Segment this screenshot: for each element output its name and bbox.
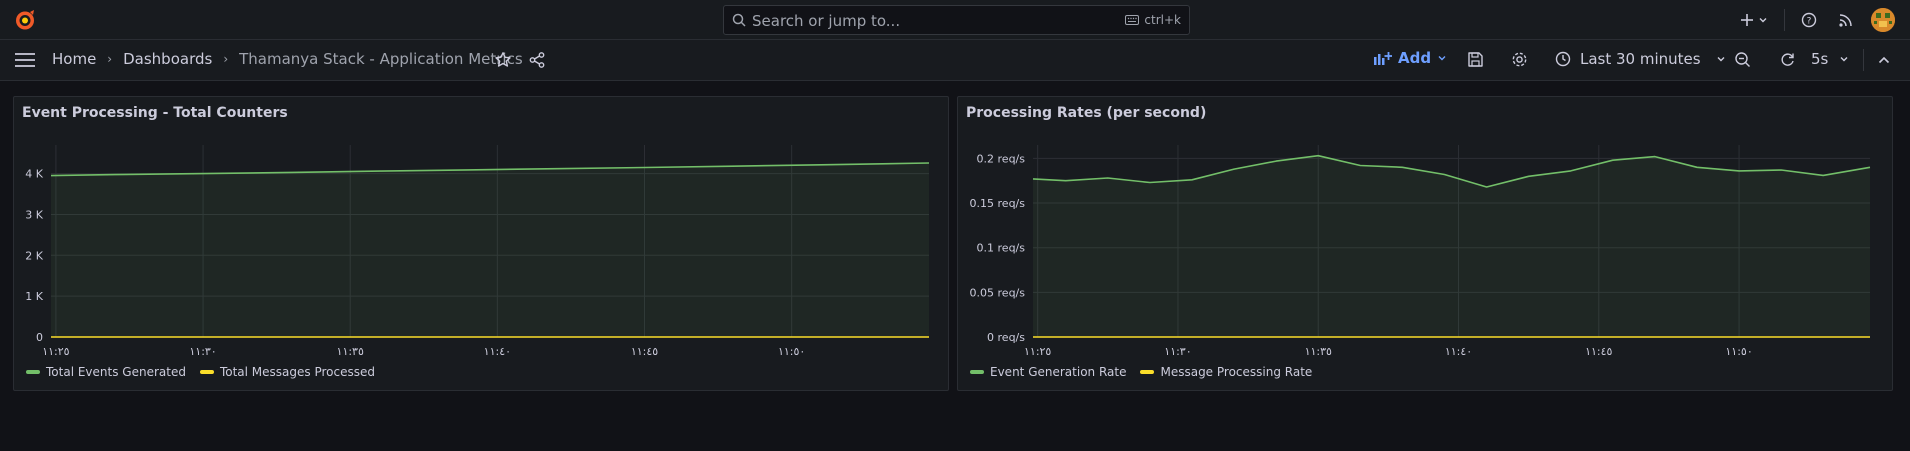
chevron-up-icon[interactable] (1877, 53, 1891, 67)
x-tick-label: ١١:٣٥ (337, 345, 364, 358)
x-tick-label: ١١:٣٥ (1305, 345, 1332, 358)
y-tick-label: 4 K (25, 168, 43, 181)
legend-swatch (1140, 370, 1155, 374)
refresh-interval-label: 5s (1811, 50, 1829, 68)
add-button[interactable]: Add (1374, 49, 1447, 67)
plus-icon (1741, 14, 1753, 26)
menu-icon[interactable] (15, 53, 35, 67)
share-icon[interactable] (528, 51, 546, 69)
x-tick-label: ١١:٤٠ (1445, 345, 1472, 358)
chevron-down-icon (1759, 18, 1767, 23)
legend-label: Message Processing Rate (1160, 365, 1313, 379)
chart-legend: Total Events Generated Total Messages Pr… (26, 365, 375, 379)
x-tick-label: ١١:٥٠ (778, 345, 805, 358)
star-icon[interactable] (494, 51, 512, 69)
top-bar: Search or jump to... ctrl+k ? (0, 0, 1910, 40)
help-icon: ? (1801, 12, 1817, 28)
legend-item[interactable]: Message Processing Rate (1140, 365, 1312, 379)
legend-label: Event Generation Rate (990, 365, 1127, 379)
x-tick-label: ١١:٣٠ (189, 345, 216, 358)
chevron-down-icon (1840, 57, 1848, 62)
divider (1863, 49, 1864, 71)
settings-icon[interactable] (1511, 51, 1528, 68)
save-icon[interactable] (1467, 51, 1484, 68)
chart-legend: Event Generation Rate Message Processing… (970, 365, 1312, 379)
legend-swatch (199, 370, 214, 374)
news-icon (1839, 14, 1852, 27)
legend-swatch (26, 370, 40, 374)
time-range-label: Last 30 minutes (1580, 50, 1701, 68)
x-tick-label: ١١:٥٠ (1725, 345, 1752, 358)
y-tick-label: 1 K (25, 290, 43, 303)
y-tick-label: 3 K (25, 208, 43, 221)
line-chart: 0 req/s 0.05 req/s 0.1 req/s 0.15 req/s 0.2 … (970, 145, 1871, 358)
panel-processing-rates: Processing Rates (per second) 0 req/s 0.0… (957, 96, 1893, 391)
avatar-image (1871, 8, 1895, 32)
x-tick-label: ١١:٤٥ (1585, 345, 1612, 358)
keyboard-icon (1125, 15, 1140, 25)
grafana-logo[interactable] (12, 8, 38, 32)
x-tick-label: ١١:٤٥ (631, 345, 658, 358)
breadcrumb: Home › Dashboards › Thamanya Stack - App… (52, 50, 523, 68)
x-tick-label: ١١:٣٠ (1164, 345, 1191, 358)
refresh-icon[interactable] (1779, 51, 1796, 68)
search-shortcut: ctrl+k (1125, 13, 1181, 27)
y-tick-label: 0.15 req/s (970, 197, 1026, 210)
svg-text:?: ? (1807, 17, 1812, 27)
panel-event-processing: Event Processing - Total Counters 01 K2 … (13, 96, 949, 391)
add-panel-icon (1374, 52, 1392, 65)
breadcrumb-dashboards[interactable]: Dashboards (123, 50, 212, 68)
chevron-down-icon (1717, 57, 1725, 62)
avatar[interactable] (1871, 8, 1895, 32)
legend-label: Total Messages Processed (219, 365, 375, 379)
time-range-picker[interactable]: Last 30 minutes (1555, 50, 1726, 68)
breadcrumb-current: Thamanya Stack - Application Metrics (239, 50, 523, 68)
zoom-out-icon[interactable] (1734, 51, 1751, 68)
news-button[interactable] (1838, 0, 1854, 40)
series-area (51, 163, 929, 337)
clock-icon (1555, 51, 1571, 67)
y-tick-label: 0.1 req/s (977, 242, 1026, 255)
chevron-right-icon: › (223, 52, 229, 66)
y-tick-label: 0 req/s (987, 331, 1025, 344)
dashboard-nav-bar: Home › Dashboards › Thamanya Stack - App… (0, 40, 1910, 81)
legend-item[interactable]: Event Generation Rate (970, 365, 1126, 379)
x-tick-label: ١١:٢٥ (42, 345, 69, 358)
x-tick-label: ١١:٢٥ (1024, 345, 1051, 358)
x-tick-label: ١١:٤٠ (484, 345, 511, 358)
y-tick-label: 0 (36, 331, 43, 344)
chevron-down-icon (1438, 56, 1446, 61)
chevron-right-icon: › (107, 52, 113, 66)
shortcut-label: ctrl+k (1144, 13, 1181, 27)
divider (1784, 9, 1785, 31)
search-placeholder: Search or jump to... (752, 12, 901, 30)
series-area (1033, 155, 1870, 337)
legend-item[interactable]: Total Messages Processed (199, 365, 375, 379)
search-box[interactable]: Search or jump to... ctrl+k (723, 5, 1190, 35)
breadcrumb-home[interactable]: Home (52, 50, 96, 68)
legend-item[interactable]: Total Events Generated (26, 365, 186, 379)
add-label: Add (1398, 49, 1432, 67)
line-chart: 0 1 K 2 K 3 K 4 K ١١:٢٥ ١١:٣٠ ١١:٣٥ ١١:٤٠ ١١:٤٥ ١١… (25, 145, 930, 358)
y-tick-label: 2 K (25, 249, 43, 262)
y-tick-label: 0.2 req/s (977, 152, 1026, 165)
y-tick-label: 0.05 req/s (970, 286, 1026, 299)
refresh-interval-picker[interactable]: 5s (1811, 50, 1849, 68)
new-menu[interactable] (1740, 0, 1768, 40)
legend-label: Total Events Generated (46, 365, 186, 379)
legend-swatch (970, 370, 984, 374)
help-button[interactable]: ? (1801, 0, 1817, 40)
search-icon (732, 13, 746, 27)
